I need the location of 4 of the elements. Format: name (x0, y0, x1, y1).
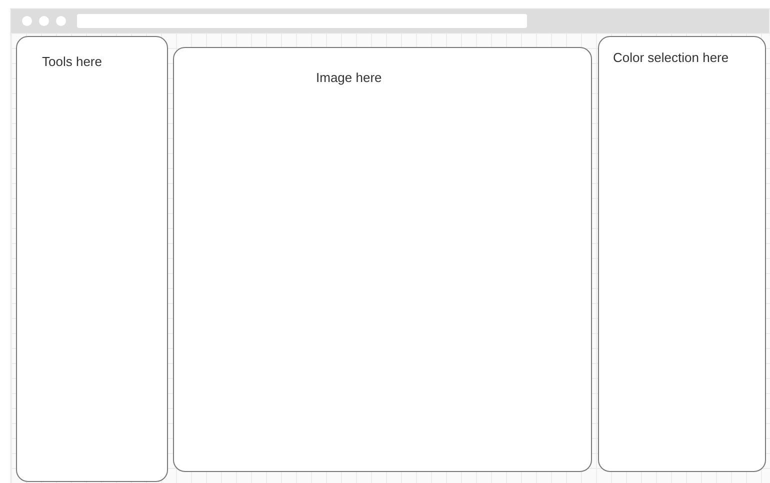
panel-label: Tools here (42, 54, 102, 69)
panel-label: Image here (316, 70, 382, 85)
address-bar[interactable] (77, 14, 527, 28)
panel-label: Color selection here (613, 50, 729, 65)
